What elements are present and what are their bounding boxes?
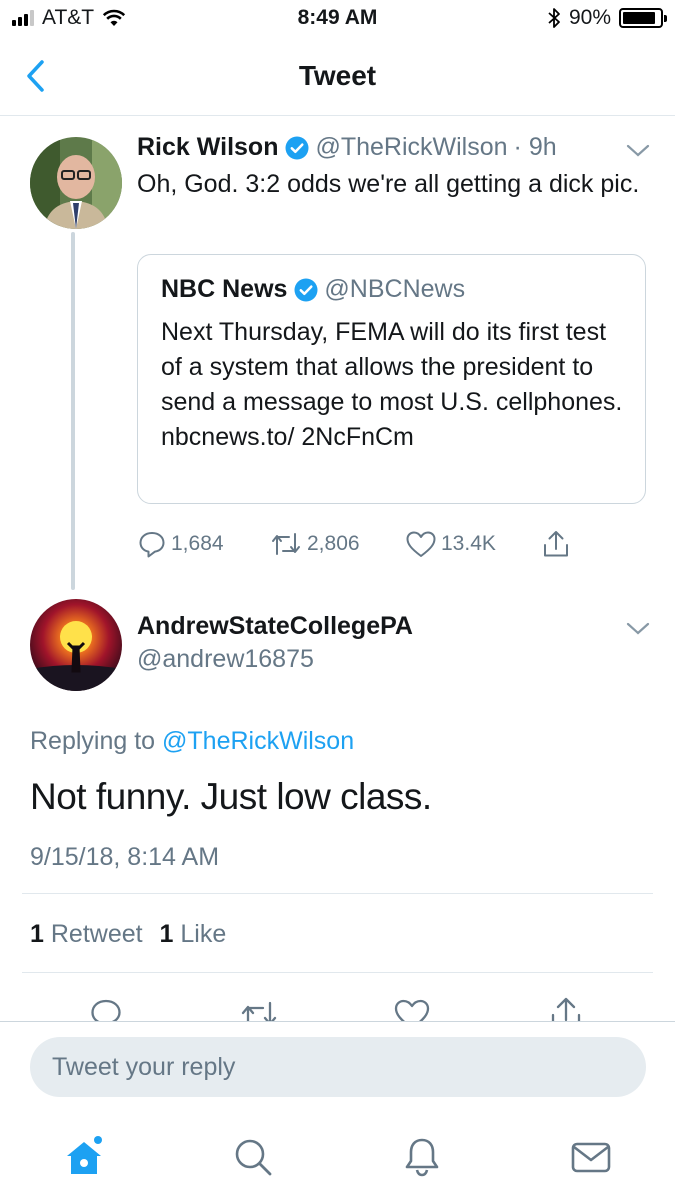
main-tweet-text: Not funny. Just low class. (30, 776, 432, 817)
main-tweet-actions (0, 992, 675, 1022)
retweet-action[interactable]: 2,806 (269, 527, 360, 561)
parent-tweet-time: · 9h (513, 133, 557, 161)
home-icon[interactable] (62, 1135, 106, 1179)
like-action[interactable]: 13.4K (405, 527, 496, 561)
quoted-author-name: NBC News (161, 275, 288, 303)
main-tweet-menu-chevron-icon[interactable] (626, 621, 650, 637)
main-tweet-timestamp: 9/15/18, 8:14 AM (30, 843, 220, 871)
status-bar: AT&T 8:49 AM 90% (0, 0, 675, 40)
reply-action[interactable]: 1,684 (137, 527, 224, 561)
quoted-tweet-text: Next Thursday, FEMA will do its first te… (161, 318, 623, 451)
replying-to-line: Replying to @TheRickWilson (30, 727, 354, 756)
reply-composer-bar (0, 1021, 675, 1111)
parent-author-row: Rick Wilson @TheRickWilson · 9h (137, 133, 557, 162)
battery-icon (619, 8, 667, 28)
retweet-icon[interactable] (238, 998, 280, 1022)
retweet-stat-count: 1 (30, 920, 44, 948)
parent-tweet-menu-chevron-icon[interactable] (626, 143, 650, 159)
reply-count: 1,684 (171, 532, 224, 555)
reply-icon[interactable] (88, 996, 124, 1022)
quoted-author-row: NBC News @NBCNews (161, 275, 465, 304)
replying-to-handle-link[interactable]: @TheRickWilson (162, 727, 354, 755)
parent-author-avatar[interactable] (30, 137, 122, 229)
status-right: 90% (547, 6, 667, 30)
share-icon[interactable] (548, 996, 584, 1022)
verified-badge-icon (285, 136, 309, 159)
notifications-icon[interactable] (400, 1135, 444, 1179)
page-title: Tweet (298, 60, 377, 91)
tab-bar (0, 1111, 675, 1200)
verified-badge-icon (294, 278, 318, 301)
quoted-author-handle: @NBCNews (324, 275, 466, 303)
reply-icon (139, 532, 165, 558)
replying-to-prefix: Replying to (30, 727, 156, 755)
divider (22, 972, 653, 973)
reply-input[interactable] (30, 1037, 646, 1097)
engagement-stats: 1 Retweet 1 Like (30, 920, 226, 949)
parent-tweet-text: Oh, God. 3:2 odds we're all getting a di… (137, 170, 640, 198)
thread-connector (71, 232, 75, 590)
share-action[interactable] (541, 527, 571, 561)
heart-icon (406, 531, 436, 557)
parent-author-name[interactable]: Rick Wilson (137, 133, 278, 162)
share-icon (544, 531, 568, 557)
heart-icon[interactable] (393, 997, 431, 1022)
retweet-count: 2,806 (307, 532, 360, 555)
like-stat-label: Like (180, 920, 227, 948)
search-icon[interactable] (231, 1135, 275, 1179)
battery-percent: 90% (568, 6, 611, 29)
bluetooth-icon (548, 8, 560, 28)
retweet-icon (272, 533, 300, 555)
divider (22, 893, 653, 894)
retweet-stat-label: Retweet (50, 920, 143, 948)
like-stat-count: 1 (159, 920, 174, 948)
main-author-avatar[interactable] (30, 599, 122, 691)
quoted-tweet-card[interactable]: NBC News @NBCNews Next Thursday, FEMA wi… (137, 254, 646, 504)
retweet-stat[interactable]: 1 Retweet (30, 920, 143, 948)
nav-bar: Tweet (0, 40, 675, 116)
main-author-name[interactable]: AndrewStateCollegePA (137, 612, 413, 641)
like-count: 13.4K (441, 532, 496, 555)
messages-icon[interactable] (569, 1135, 613, 1179)
like-stat[interactable]: 1 Like (160, 920, 227, 948)
main-author-handle: @andrew16875 (137, 645, 314, 673)
parent-author-handle: @TheRickWilson (315, 133, 508, 161)
parent-tweet-actions: 1,684 2,806 13.4K (137, 527, 597, 561)
